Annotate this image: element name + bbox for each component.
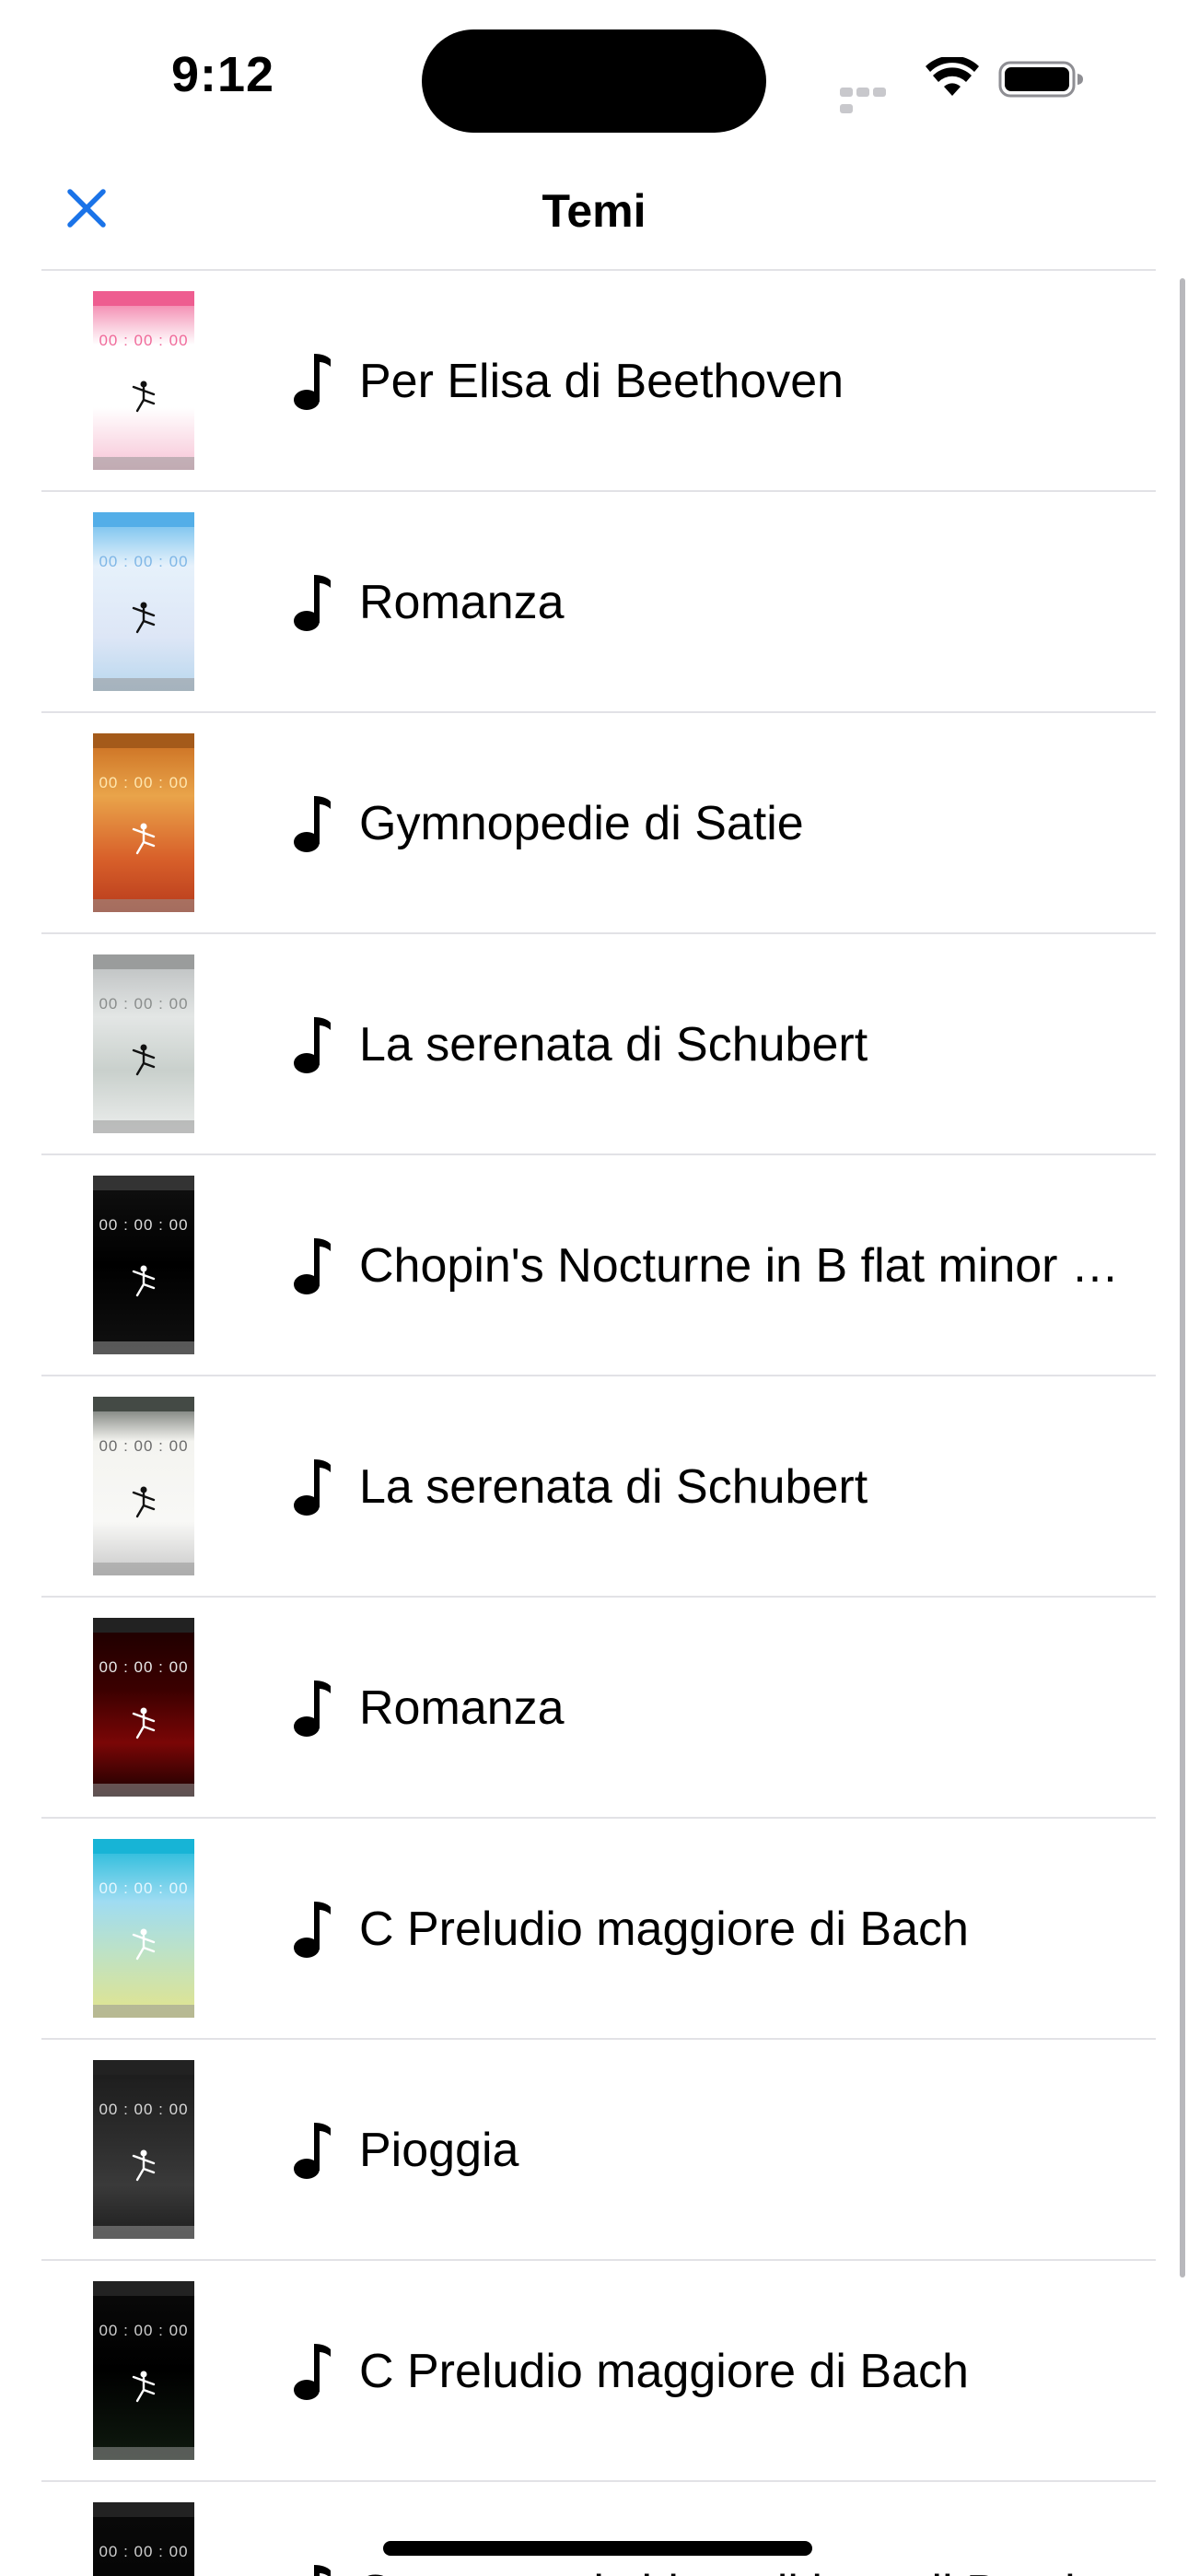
theme-thumbnail: 00 : 00 : 00 — [93, 2281, 194, 2460]
music-note-icon — [294, 1238, 331, 1294]
thumbnail-timer: 00 : 00 : 00 — [99, 1879, 189, 1897]
theme-thumbnail: 00 : 00 : 00 — [93, 733, 194, 912]
dancer-icon — [132, 2149, 156, 2182]
dancer-icon — [132, 602, 156, 634]
list-item[interactable]: 00 : 00 : 00 C Preludio maggiore di Bach — [41, 2259, 1156, 2480]
theme-title: Romanza — [359, 576, 565, 629]
thumbnail-timer: 00 : 00 : 00 — [99, 774, 189, 791]
music-note-icon — [294, 1017, 331, 1073]
list-item[interactable]: 00 : 00 : 00 Pioggia — [41, 2038, 1156, 2259]
theme-title: La serenata di Schubert — [359, 1018, 868, 1071]
list-item[interactable]: 00 : 00 : 00 Romanza — [41, 490, 1156, 711]
scroll-indicator[interactable] — [1180, 278, 1185, 2277]
thumbnail-appbar — [93, 2281, 194, 2296]
thumbnail-timer: 00 : 00 : 00 — [99, 1216, 189, 1234]
theme-thumbnail: 00 : 00 : 00 — [93, 512, 194, 691]
list-item[interactable]: 00 : 00 : 00 Gymnopedie di Satie — [41, 711, 1156, 932]
thumbnail-appbar — [93, 512, 194, 527]
thumbnail-bottombar — [93, 678, 194, 691]
music-note-icon — [294, 796, 331, 852]
theme-thumbnail: 00 : 00 : 00 — [93, 1176, 194, 1354]
music-note-icon — [294, 1680, 331, 1737]
list-item[interactable]: 00 : 00 : 00 Romanza — [41, 1596, 1156, 1817]
dancer-icon — [132, 1707, 156, 1739]
list-item[interactable]: 00 : 00 : 00 La serenata di Schubert — [41, 1375, 1156, 1596]
theme-list[interactable]: 00 : 00 : 00 Per Elisa di Beethoven 00 : 0… — [41, 269, 1156, 2576]
thumbnail-timer: 00 : 00 : 00 — [99, 2322, 189, 2339]
thumbnail-timer: 00 : 00 : 00 — [99, 2101, 189, 2118]
list-item[interactable]: 00 : 00 : 00 Per Elisa di Beethoven — [41, 269, 1156, 490]
home-indicator[interactable] — [383, 2541, 812, 2556]
theme-title: C Preludio maggiore di Bach — [359, 2345, 969, 2398]
thumbnail-timer: 00 : 00 : 00 — [99, 995, 189, 1013]
music-note-icon — [294, 1459, 331, 1516]
thumbnail-appbar — [93, 2060, 194, 2075]
list-item[interactable]: 00 : 00 : 00 La serenata di Schubert — [41, 932, 1156, 1153]
thumbnail-appbar — [93, 954, 194, 969]
list-item[interactable]: 00 : 00 : 00 C Preludio maggiore di Bach — [41, 1817, 1156, 2038]
list-item[interactable]: 00 : 00 : 00 Chopin's Nocturne in B flat … — [41, 1153, 1156, 1375]
theme-title: Chopin's Nocturne in B flat minor Op. 9 … — [359, 1239, 1142, 1293]
music-note-icon — [294, 575, 331, 631]
dancer-icon — [132, 1486, 156, 1518]
status-time: 9:12 — [171, 47, 275, 102]
theme-thumbnail: 00 : 00 : 00 — [93, 954, 194, 1133]
battery-icon — [998, 61, 1083, 98]
theme-thumbnail: 00 : 00 : 00 — [93, 1618, 194, 1797]
thumbnail-bottombar — [93, 2005, 194, 2018]
thumbnail-timer: 00 : 00 : 00 — [99, 332, 189, 349]
thumbnail-bottombar — [93, 1784, 194, 1797]
cellular-signal-icon — [840, 85, 904, 113]
thumbnail-bottombar — [93, 1120, 194, 1133]
thumbnail-timer: 00 : 00 : 00 — [99, 553, 189, 570]
thumbnail-bottombar — [93, 1341, 194, 1354]
thumbnail-appbar — [93, 2502, 194, 2517]
thumbnail-appbar — [93, 1839, 194, 1854]
thumbnail-timer: 00 : 00 : 00 — [99, 1658, 189, 1676]
thumbnail-appbar — [93, 1176, 194, 1190]
theme-title: Gymnopedie di Satie — [359, 797, 804, 850]
thumbnail-bottombar — [93, 457, 194, 470]
theme-title: La serenata di Schubert — [359, 1460, 868, 1514]
theme-thumbnail: 00 : 00 : 00 — [93, 2060, 194, 2239]
thumbnail-bottombar — [93, 1563, 194, 1575]
music-note-icon — [294, 354, 331, 410]
page-title: Temi — [542, 185, 646, 237]
music-note-icon — [294, 2123, 331, 2179]
wifi-icon — [926, 57, 979, 96]
thumbnail-bottombar — [93, 2447, 194, 2460]
dancer-icon — [132, 1928, 156, 1961]
dancer-icon — [132, 1044, 156, 1076]
theme-thumbnail: 00 : 00 : 00 — [93, 1839, 194, 2018]
dancer-icon — [132, 1265, 156, 1297]
theme-title: Pioggia — [359, 2124, 519, 2177]
list-item[interactable]: 00 : 00 : 00 Serenata al chiaro di luna d… — [41, 2480, 1156, 2576]
theme-thumbnail: 00 : 00 : 00 — [93, 2502, 194, 2576]
dancer-icon — [132, 823, 156, 855]
theme-title: Per Elisa di Beethoven — [359, 355, 844, 408]
theme-title: C Preludio maggiore di Bach — [359, 1903, 969, 1956]
thumbnail-appbar — [93, 1618, 194, 1633]
dancer-icon — [132, 2371, 156, 2403]
theme-title: Serenata al chiaro di luna di Beethoven — [359, 2563, 1142, 2576]
dancer-icon — [132, 381, 156, 413]
music-note-icon — [294, 1902, 331, 1958]
dynamic-island — [422, 29, 766, 133]
thumbnail-timer: 00 : 00 : 00 — [99, 1437, 189, 1455]
navigation-bar: Temi — [0, 147, 1188, 269]
thumbnail-appbar — [93, 1397, 194, 1411]
thumbnail-appbar — [93, 733, 194, 748]
theme-thumbnail: 00 : 00 : 00 — [93, 1397, 194, 1575]
thumbnail-appbar — [93, 291, 194, 306]
status-bar: 9:12 — [0, 0, 1188, 147]
thumbnail-bottombar — [93, 899, 194, 912]
music-note-icon — [314, 2565, 331, 2576]
theme-title: Romanza — [359, 1681, 565, 1735]
thumbnail-timer: 00 : 00 : 00 — [99, 2543, 189, 2560]
thumbnail-bottombar — [93, 2226, 194, 2239]
music-note-icon — [294, 2344, 331, 2400]
theme-thumbnail: 00 : 00 : 00 — [93, 291, 194, 470]
